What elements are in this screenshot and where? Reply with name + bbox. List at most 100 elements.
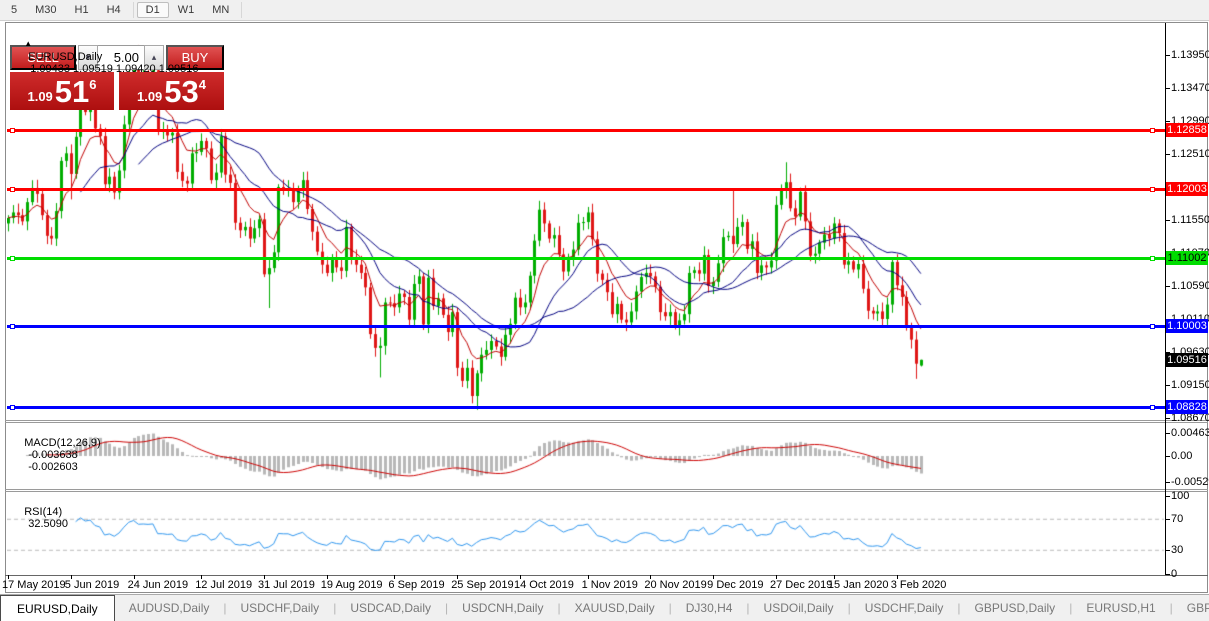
price-axis-tick: [1165, 88, 1170, 89]
current-price-label: 1.09516: [1166, 352, 1208, 367]
chart-tab-bar: EURUSD,Daily AUDUSD,Daily | USDCHF,Daily | US…: [0, 594, 1209, 621]
macd-indicator-label: MACD(12,26,9): [24, 437, 101, 449]
rsi-axis-tick-label: 30: [1171, 544, 1184, 557]
chart-tab-usdoil-daily[interactable]: USDOil,Daily: [750, 595, 848, 621]
level-line-1.12858[interactable]: [7, 129, 1165, 133]
price-axis-tick: [1165, 418, 1170, 419]
mt4-application: 5 M30 H1 H4 D1 W1 MN ▲ EURUSD,Daily 1.09433 1.…: [0, 0, 1209, 621]
date-axis-label: 5 Jun 2019: [64, 579, 120, 591]
price-axis-tick-label: 1.10590: [1171, 280, 1209, 292]
price-axis-tick: [1165, 286, 1170, 287]
chart-tab-gbpusd-daily[interactable]: GBPUSD,Daily: [961, 595, 1070, 621]
pane-splitter: [5, 491, 1208, 492]
timeframe-button-h4[interactable]: H4: [98, 2, 130, 18]
rsi-axis-tick: [1165, 496, 1170, 497]
timeframe-button-h1[interactable]: H1: [66, 2, 98, 18]
level-price-label: 1.11002: [1166, 250, 1208, 265]
rsi-indicator-canvas[interactable]: [7, 492, 1165, 575]
pane-splitter[interactable]: [5, 489, 1208, 490]
price-axis-tick-label: 1.11550: [1171, 214, 1209, 226]
macd-axis-tick: [1165, 433, 1170, 435]
level-price-label: 1.12858: [1166, 123, 1208, 138]
sell-price-prefix: 1.09: [27, 88, 53, 104]
level-line-handle[interactable]: [10, 405, 15, 411]
date-axis-label: 17 May 2019: [2, 579, 66, 591]
macd-axis-tick-label: 0.00463: [1171, 427, 1209, 440]
pane-splitter[interactable]: [5, 420, 1208, 421]
timeframe-button-5[interactable]: 5: [2, 2, 26, 18]
chart-tab-audusd-daily[interactable]: AUDUSD,Daily: [115, 595, 224, 621]
price-axis-tick-label: 1.09150: [1171, 379, 1209, 391]
level-line-handle[interactable]: [1150, 405, 1155, 411]
date-axis-label: 15 Jan 2020: [827, 579, 889, 591]
chart-tab-xauusd-daily[interactable]: XAUUSD,Daily: [561, 595, 669, 621]
price-axis-tick: [1165, 385, 1170, 386]
level-line-handle[interactable]: [10, 324, 15, 330]
rsi-label-row: RSI(14) 32.5090: [12, 494, 68, 542]
date-axis-label: 24 Jun 2019: [127, 579, 189, 591]
chart-title-row: ▲ EURUSD,Daily 1.09433 1.09519 1.09420 1…: [12, 27, 198, 87]
macd-label-row: MACD(12,26,9) -0.003638 -0.002603: [12, 425, 101, 485]
price-axis-tick-label: 1.12510: [1171, 148, 1209, 160]
date-axis-label: 1 Nov 2019: [581, 579, 638, 591]
timeframe-button-w1[interactable]: W1: [169, 2, 204, 18]
macd-axis-tick: [1165, 456, 1170, 457]
date-axis-label: 12 Jul 2019: [195, 579, 253, 591]
date-axis-separator: [5, 575, 1208, 576]
date-axis-label: 9 Dec 2019: [707, 579, 764, 591]
rsi-axis-tick-label: 70: [1171, 513, 1184, 526]
chart-ohlc-values: 1.09433 1.09519 1.09420 1.09516: [30, 63, 199, 75]
level-line-1.10003[interactable]: [7, 325, 1165, 329]
timeframe-toolbar: 5 M30 H1 H4 D1 W1 MN: [0, 0, 1209, 21]
date-axis-label: 19 Aug 2019: [320, 579, 383, 591]
price-axis-tick: [1165, 220, 1170, 221]
level-line-handle[interactable]: [1150, 324, 1155, 330]
chart-tab-usdcad-daily[interactable]: USDCAD,Daily: [336, 595, 445, 621]
price-axis-border: [1165, 23, 1166, 575]
chart-tab-usdchf-daily[interactable]: USDCHF,Daily: [851, 595, 958, 621]
macd-signal-value: -0.002603: [28, 461, 78, 473]
price-axis-tick: [1165, 154, 1170, 155]
date-axis-label: 6 Sep 2019: [388, 579, 445, 591]
level-line-handle[interactable]: [1150, 255, 1155, 261]
timeframe-button-d1[interactable]: D1: [136, 2, 169, 18]
price-axis-tick: [1165, 55, 1170, 56]
level-line-1.12003[interactable]: [7, 187, 1165, 191]
macd-axis-tick-label: 0.00: [1171, 450, 1193, 462]
date-axis-label: 25 Sep 2019: [451, 579, 514, 591]
timeframe-button-mn[interactable]: MN: [203, 2, 238, 18]
chart-title: EURUSD,Daily: [28, 51, 103, 63]
chart-tab-dj30-h4[interactable]: DJ30,H4: [672, 595, 747, 621]
rsi-axis-tick: [1165, 573, 1170, 575]
buy-price-pip: 4: [198, 76, 207, 92]
rsi-axis-tick-label: 0: [1171, 567, 1178, 580]
macd-axis-tick: [1165, 481, 1170, 483]
date-axis-label: 27 Dec 2019: [769, 579, 833, 591]
level-line-handle[interactable]: [10, 128, 15, 134]
level-line-1.08828[interactable]: [7, 406, 1165, 410]
level-line-handle[interactable]: [10, 255, 15, 261]
rsi-value: 32.5090: [28, 518, 68, 530]
toolbar-separator: [241, 2, 243, 18]
date-axis-label: 14 Oct 2019: [513, 579, 574, 591]
chart-tab-gbpaud-h1[interactable]: GBPAUD,H1: [1173, 595, 1209, 621]
chart-tab-eurusd-h1[interactable]: EURUSD,H1: [1072, 595, 1169, 621]
rsi-axis-tick-label: 100: [1171, 490, 1190, 502]
level-line-1.11002[interactable]: [7, 256, 1165, 260]
chart-tab-usdchf-daily[interactable]: USDCHF,Daily: [227, 595, 334, 621]
level-line-handle[interactable]: [1150, 186, 1155, 192]
level-line-handle[interactable]: [10, 186, 15, 192]
level-line-handle[interactable]: [1150, 128, 1155, 134]
macd-axis-tick-label: -0.005299: [1171, 475, 1209, 488]
price-axis-tick-label: 1.13950: [1171, 49, 1209, 61]
level-price-label: 1.12003: [1166, 181, 1208, 196]
timeframe-button-m30[interactable]: M30: [26, 2, 65, 18]
rsi-axis-tick: [1165, 550, 1170, 552]
date-axis-label: 3 Feb 2020: [890, 579, 947, 591]
rsi-indicator-label: RSI(14): [24, 506, 63, 518]
chart-tab-eurusd-daily[interactable]: EURUSD,Daily: [0, 595, 115, 621]
macd-main-value: -0.003638: [28, 449, 78, 461]
chart-tab-usdcnh-daily[interactable]: USDCNH,Daily: [448, 595, 557, 621]
collapse-chart-icon[interactable]: ▲: [24, 39, 32, 48]
macd-indicator-canvas[interactable]: [7, 423, 1165, 489]
